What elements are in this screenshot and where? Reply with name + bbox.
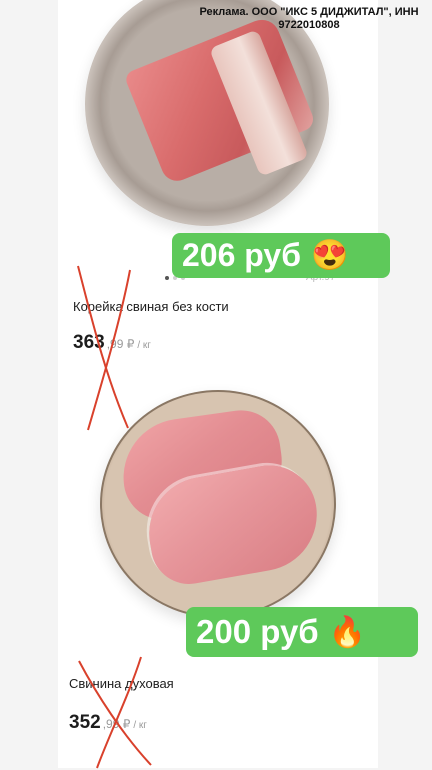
price-unit: / кг xyxy=(137,340,151,351)
price-fraction: ,99 ₽ xyxy=(106,337,135,351)
promo-price-text: 206 руб xyxy=(182,237,301,273)
price-integer: 352 xyxy=(69,712,101,733)
product-name[interactable]: Свинина духовая xyxy=(69,676,174,691)
promo-price-badge: 206 руб 😍 xyxy=(172,233,390,278)
product-card-2[interactable] xyxy=(58,384,378,768)
fire-icon: 🔥 xyxy=(328,615,367,649)
product-name[interactable]: Корейка свиная без кости xyxy=(73,299,229,314)
heart-eyes-icon: 😍 xyxy=(310,239,349,272)
price-integer: 363 xyxy=(73,332,105,353)
product-price: 352 ,99 ₽ / кг xyxy=(69,712,147,734)
price-fraction: ,99 ₽ xyxy=(102,717,131,731)
price-unit: / кг xyxy=(133,720,147,731)
carousel-dot[interactable] xyxy=(165,276,169,280)
product-card-1[interactable] xyxy=(58,0,378,384)
promo-price-badge: 200 руб 🔥 xyxy=(186,607,418,657)
promo-price-text: 200 руб xyxy=(196,613,319,650)
ad-disclosure: Реклама. ООО "ИКС 5 ДИДЖИТАЛ", ИНН 97220… xyxy=(199,6,419,31)
product-price: 363 ,99 ₽ / кг xyxy=(73,332,151,354)
